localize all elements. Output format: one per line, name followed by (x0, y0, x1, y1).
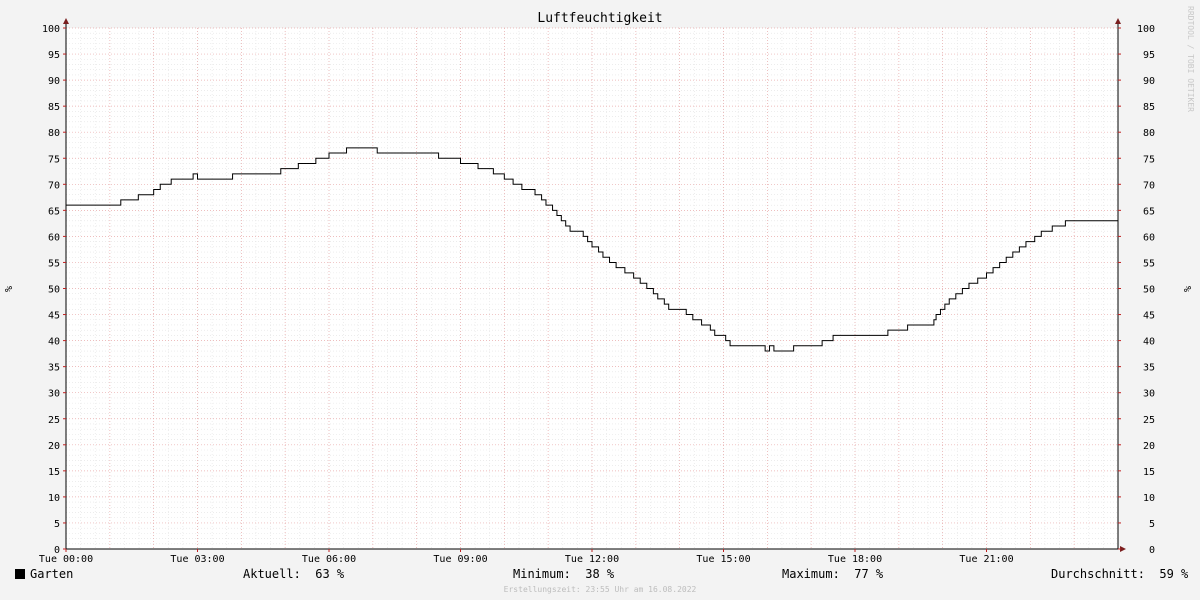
x-tick-label: Tue 03:00 (170, 554, 224, 565)
y-tick-label-right: 80 (1143, 128, 1155, 139)
stat-durchschnitt-value: 59 % (1159, 567, 1189, 581)
y-tick-label-left: 50 (48, 285, 60, 296)
x-tick-label: Tue 06:00 (302, 554, 356, 565)
y-tick-label-left: 95 (48, 50, 60, 61)
y-tick-label-right: 35 (1143, 363, 1155, 374)
y-tick-label-left: 30 (48, 389, 60, 400)
y-tick-label-right: 75 (1143, 154, 1155, 165)
y-tick-label-right: 0 (1149, 545, 1155, 556)
y-tick-label-left: 45 (48, 311, 60, 322)
y-tick-label-right: 70 (1143, 180, 1155, 191)
rrdtool-watermark: RRDTOOL / TOBI OETIKER (1186, 6, 1195, 112)
y-tick-labels-right: 0510152025303540455055606570758085909510… (1137, 24, 1155, 556)
y-tick-label-left: 65 (48, 206, 60, 217)
chart-title: Luftfeuchtigkeit (537, 11, 663, 26)
chart-svg: 0 5 10 15 20 25 30 35 40 45 50 55 60 65 70 75 80 85 90 95 10… (4, 18, 1194, 565)
chart-root: { "chart_data": { "type": "line", "title… (0, 0, 1200, 600)
y-tick-label-right: 5 (1149, 519, 1155, 530)
y-tick-label-left: 75 (48, 154, 60, 165)
y-tick-label-right: 20 (1143, 441, 1155, 452)
y-tick-label-left: 85 (48, 102, 60, 113)
stat-aktuell: Aktuell: 63 % (243, 567, 344, 581)
x-tick-label: Tue 18:00 (828, 554, 882, 565)
y-tick-label-right: 60 (1143, 232, 1155, 243)
y-tick-label-right: 95 (1143, 50, 1155, 61)
y-tick-label-left: 70 (48, 180, 60, 191)
y-tick-label-left: 5 (54, 519, 60, 530)
stat-maximum-value: 77 % (854, 567, 884, 581)
stat-maximum: Maximum: 77 % (782, 567, 883, 581)
x-tick-label: Tue 15:00 (696, 554, 750, 565)
x-tick-label: Tue 09:00 (433, 554, 487, 565)
legend-swatch (15, 569, 25, 579)
y-tick-label-left: 40 (48, 337, 60, 348)
y-tick-label-left: 60 (48, 232, 60, 243)
y-tick-label-left: 20 (48, 441, 60, 452)
stat-aktuell-value: 63 % (315, 567, 345, 581)
legend-series-name: Garten (30, 567, 74, 581)
watermark-text: RRDTOOL / TOBI OETIKER (1186, 6, 1195, 112)
stat-durchschnitt-label: Durchschnitt: (1051, 567, 1145, 581)
stat-durchschnitt: Durchschnitt: 59 % (1051, 567, 1188, 581)
y-tick-label-left: 90 (48, 76, 60, 87)
y-tick-label-left: 10 (48, 493, 60, 504)
y-tick-label-left: 25 (48, 415, 60, 426)
legend-entry-garten: Garten (15, 567, 73, 581)
y-axis-label-right: % (1183, 286, 1194, 292)
x-tick-label: Tue 21:00 (959, 554, 1013, 565)
y-tick-label-right: 55 (1143, 258, 1155, 269)
y-tick-labels-left: 0510152025303540455055606570758085909510… (42, 24, 60, 556)
y-tick-label-left: 15 (48, 467, 60, 478)
stat-minimum-value: 38 % (585, 567, 615, 581)
stat-minimum: Minimum: 38 % (513, 567, 614, 581)
y-axis-label-left: % (4, 286, 15, 292)
y-tick-label-right: 65 (1143, 206, 1155, 217)
y-tick-label-left: 35 (48, 363, 60, 374)
x-tick-labels: Tue 00:00 Tue 03:00 Tue 06:00 Tue 09:00 Tue … (39, 554, 1014, 565)
y-tick-label-right: 90 (1143, 76, 1155, 87)
stat-aktuell-label: Aktuell: (243, 567, 301, 581)
y-tick-label-right: 30 (1143, 389, 1155, 400)
creation-timestamp: Erstellungszeit: 23:55 Uhr am 16.08.2022 (503, 585, 697, 594)
y-tick-label-right: 50 (1143, 285, 1155, 296)
y-tick-label-left: 80 (48, 128, 60, 139)
y-tick-label-right: 25 (1143, 415, 1155, 426)
y-tick-label-right: 15 (1143, 467, 1155, 478)
stat-maximum-label: Maximum: (782, 567, 840, 581)
y-tick-label-right: 45 (1143, 311, 1155, 322)
x-tick-label: Tue 00:00 (39, 554, 93, 565)
y-tick-label-left: 55 (48, 258, 60, 269)
y-tick-label-right: 40 (1143, 337, 1155, 348)
y-tick-label-right: 10 (1143, 493, 1155, 504)
x-tick-label: Tue 12:00 (565, 554, 619, 565)
stat-minimum-label: Minimum: (513, 567, 571, 581)
y-tick-label-right: 85 (1143, 102, 1155, 113)
